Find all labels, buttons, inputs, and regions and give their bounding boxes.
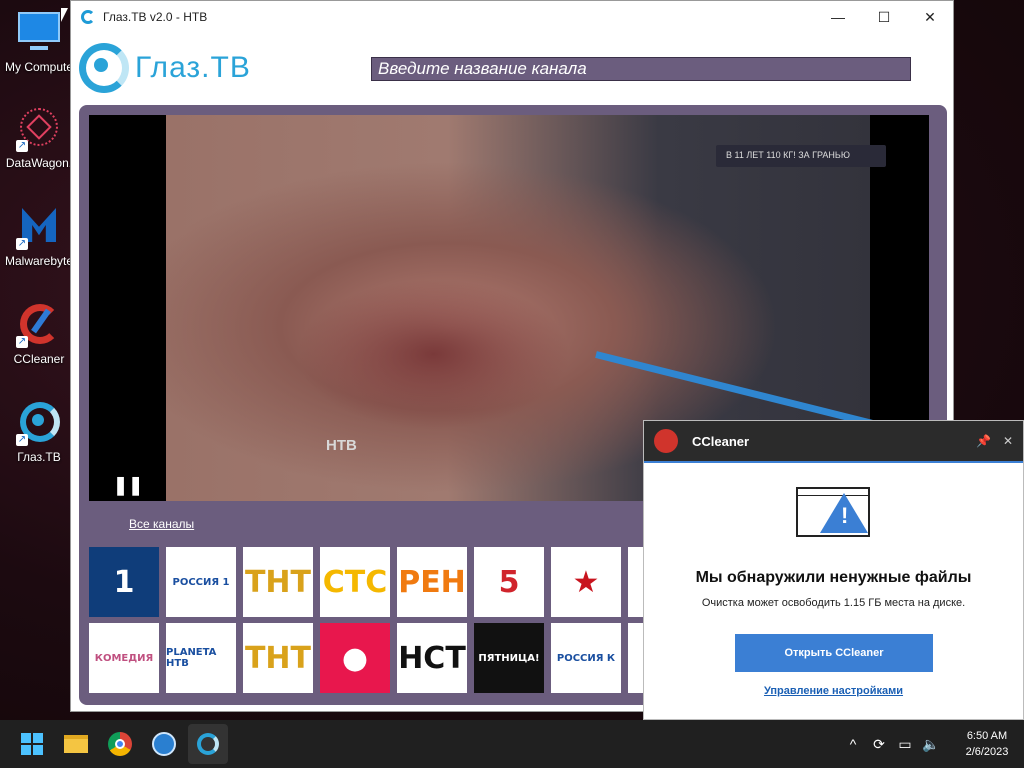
channel-tile[interactable]: ★ <box>551 547 621 617</box>
channel-logo-text: ПЯТНИЦА! <box>478 652 540 664</box>
network-icon <box>152 732 176 756</box>
channel-tile[interactable]: ● <box>320 623 390 693</box>
glaztv-icon <box>197 733 219 755</box>
channel-tile[interactable]: СТС <box>320 547 390 617</box>
notification-title: Мы обнаружили ненужные файлы <box>695 569 972 586</box>
system-tray: ^ ⟳ ▭ 🔈 6:50 AM 2/6/2023 <box>840 720 1024 768</box>
channel-tile[interactable]: ТНТ <box>243 547 313 617</box>
network-app-button[interactable] <box>144 724 184 764</box>
channel-logo-text: РОССИЯ К <box>556 652 616 664</box>
glaztv-icon: ↗ <box>16 400 62 446</box>
show-hidden-icons-chevron-icon[interactable]: ^ <box>840 736 866 752</box>
ccleaner-notification: CCleaner 📌 ✕ ! Мы обнаружили ненужные фа… <box>643 420 1024 720</box>
channel-logo-text: РЕН <box>398 564 466 600</box>
desktop-icon-glaztv[interactable]: ↗ Глаз.ТВ <box>0 400 78 464</box>
channel-search-input[interactable]: Введите название канала <box>371 57 911 81</box>
all-channels-link[interactable]: Все каналы <box>129 517 194 531</box>
app-header: Глаз.ТВ Введите название канала <box>71 33 953 103</box>
shortcut-arrow-icon: ↗ <box>16 434 28 446</box>
channel-logo-text: ★ <box>572 564 600 600</box>
clock-date: 2/6/2023 <box>965 746 1009 758</box>
file-explorer-button[interactable] <box>56 724 96 764</box>
channel-tile[interactable]: РЕН <box>397 547 467 617</box>
maximize-button[interactable]: ☐ <box>861 1 907 33</box>
close-button[interactable]: ✕ <box>907 1 953 33</box>
channel-logo-text: РОССИЯ 1 <box>172 576 230 588</box>
glaztv-icon <box>81 10 95 24</box>
channel-logo-text: ТНТ <box>244 640 312 676</box>
shortcut-arrow-icon: ↗ <box>16 140 28 152</box>
channel-tile[interactable]: РОССИЯ К <box>551 623 621 693</box>
file-explorer-icon <box>64 735 88 753</box>
desktop-icon-datawagon[interactable]: ↗ DataWagon. <box>0 106 78 170</box>
channel-tile[interactable]: PLANETA HTB <box>166 623 236 693</box>
channel-logo-text: СТС <box>322 564 388 600</box>
pause-button[interactable]: ❚❚ <box>113 475 143 496</box>
pin-icon[interactable]: 📌 <box>976 434 991 448</box>
channel-logo-text: PLANETA HTB <box>166 647 217 669</box>
monitor-icon <box>16 10 62 56</box>
notification-header: CCleaner 📌 ✕ <box>644 421 1023 461</box>
taskbar: ^ ⟳ ▭ 🔈 6:50 AM 2/6/2023 <box>0 720 1024 768</box>
channel-logo-text: ТНТ <box>244 564 312 600</box>
channel-logo-text: КОМЕДИЯ <box>94 652 154 664</box>
desktop-icon-malwarebytes[interactable]: ↗ Malwarebyte <box>0 204 78 268</box>
desktop-icon-label: CCleaner <box>13 352 65 366</box>
channel-tile[interactable]: ПЯТНИЦА! <box>474 623 544 693</box>
app-logo-text: Глаз.ТВ <box>135 51 251 84</box>
ccleaner-icon: ↗ <box>16 302 62 348</box>
malwarebytes-icon: ↗ <box>16 204 62 250</box>
datawagon-icon: ↗ <box>16 106 62 152</box>
notification-close-button[interactable]: ✕ <box>1003 434 1013 448</box>
minimize-button[interactable]: — <box>815 1 861 33</box>
divider <box>644 461 1023 463</box>
mouse-cursor-icon <box>61 8 68 22</box>
window-title: Глаз.ТВ v2.0 - НТВ <box>103 10 208 24</box>
glaztv-taskbar-button[interactable] <box>188 724 228 764</box>
channel-tile[interactable]: КОМЕДИЯ <box>89 623 159 693</box>
channel-logo-text: ● <box>341 640 369 676</box>
channel-logo-text: НСТ <box>398 640 466 676</box>
channel-tile[interactable]: ТНТ <box>243 623 313 693</box>
ccleaner-icon <box>654 429 678 453</box>
channel-logo-text: 5 <box>498 564 520 600</box>
channel-logo-text: 1 <box>113 564 135 600</box>
open-ccleaner-button[interactable]: Открыть CCleaner <box>735 634 933 672</box>
notification-subtitle: Очистка может освободить 1.15 ГБ места н… <box>701 597 966 609</box>
display-icon[interactable]: ▭ <box>892 736 918 753</box>
start-button[interactable] <box>12 724 52 764</box>
glaztv-logo-icon <box>79 43 129 93</box>
manage-settings-link[interactable]: Управление настройками <box>644 685 1023 697</box>
clock[interactable]: 6:50 AM 2/6/2023 <box>950 728 1024 760</box>
title-bar[interactable]: Глаз.ТВ v2.0 - НТВ — ☐ ✕ <box>71 1 953 33</box>
desktop-icon-ccleaner[interactable]: ↗ CCleaner <box>0 302 78 366</box>
start-icon <box>21 733 43 755</box>
desktop-icon-label: My Compute <box>4 60 74 74</box>
channel-tile[interactable]: РОССИЯ 1 <box>166 547 236 617</box>
desktop-icon-label: Malwarebyte <box>4 254 74 268</box>
shortcut-arrow-icon: ↗ <box>16 336 28 348</box>
volume-icon[interactable]: 🔈 <box>918 736 944 753</box>
sync-icon[interactable]: ⟳ <box>866 736 892 753</box>
notification-app-name: CCleaner <box>692 433 750 449</box>
video-program-banner: В 11 ЛЕТ 110 КГ! ЗА ГРАНЬЮ <box>716 145 886 167</box>
channel-tile[interactable]: 5 <box>474 547 544 617</box>
warning-exclamation: ! <box>841 503 849 528</box>
desktop-icon-label: DataWagon. <box>5 156 73 170</box>
chrome-icon <box>108 732 132 756</box>
channel-tile[interactable]: 1 <box>89 547 159 617</box>
shortcut-arrow-icon: ↗ <box>16 238 28 250</box>
channel-tile[interactable]: НСТ <box>397 623 467 693</box>
chrome-button[interactable] <box>100 724 140 764</box>
clock-time: 6:50 AM <box>966 730 1008 742</box>
ntv-watermark: НТВ <box>326 437 357 454</box>
desktop-icon-label: Глаз.ТВ <box>17 450 61 464</box>
